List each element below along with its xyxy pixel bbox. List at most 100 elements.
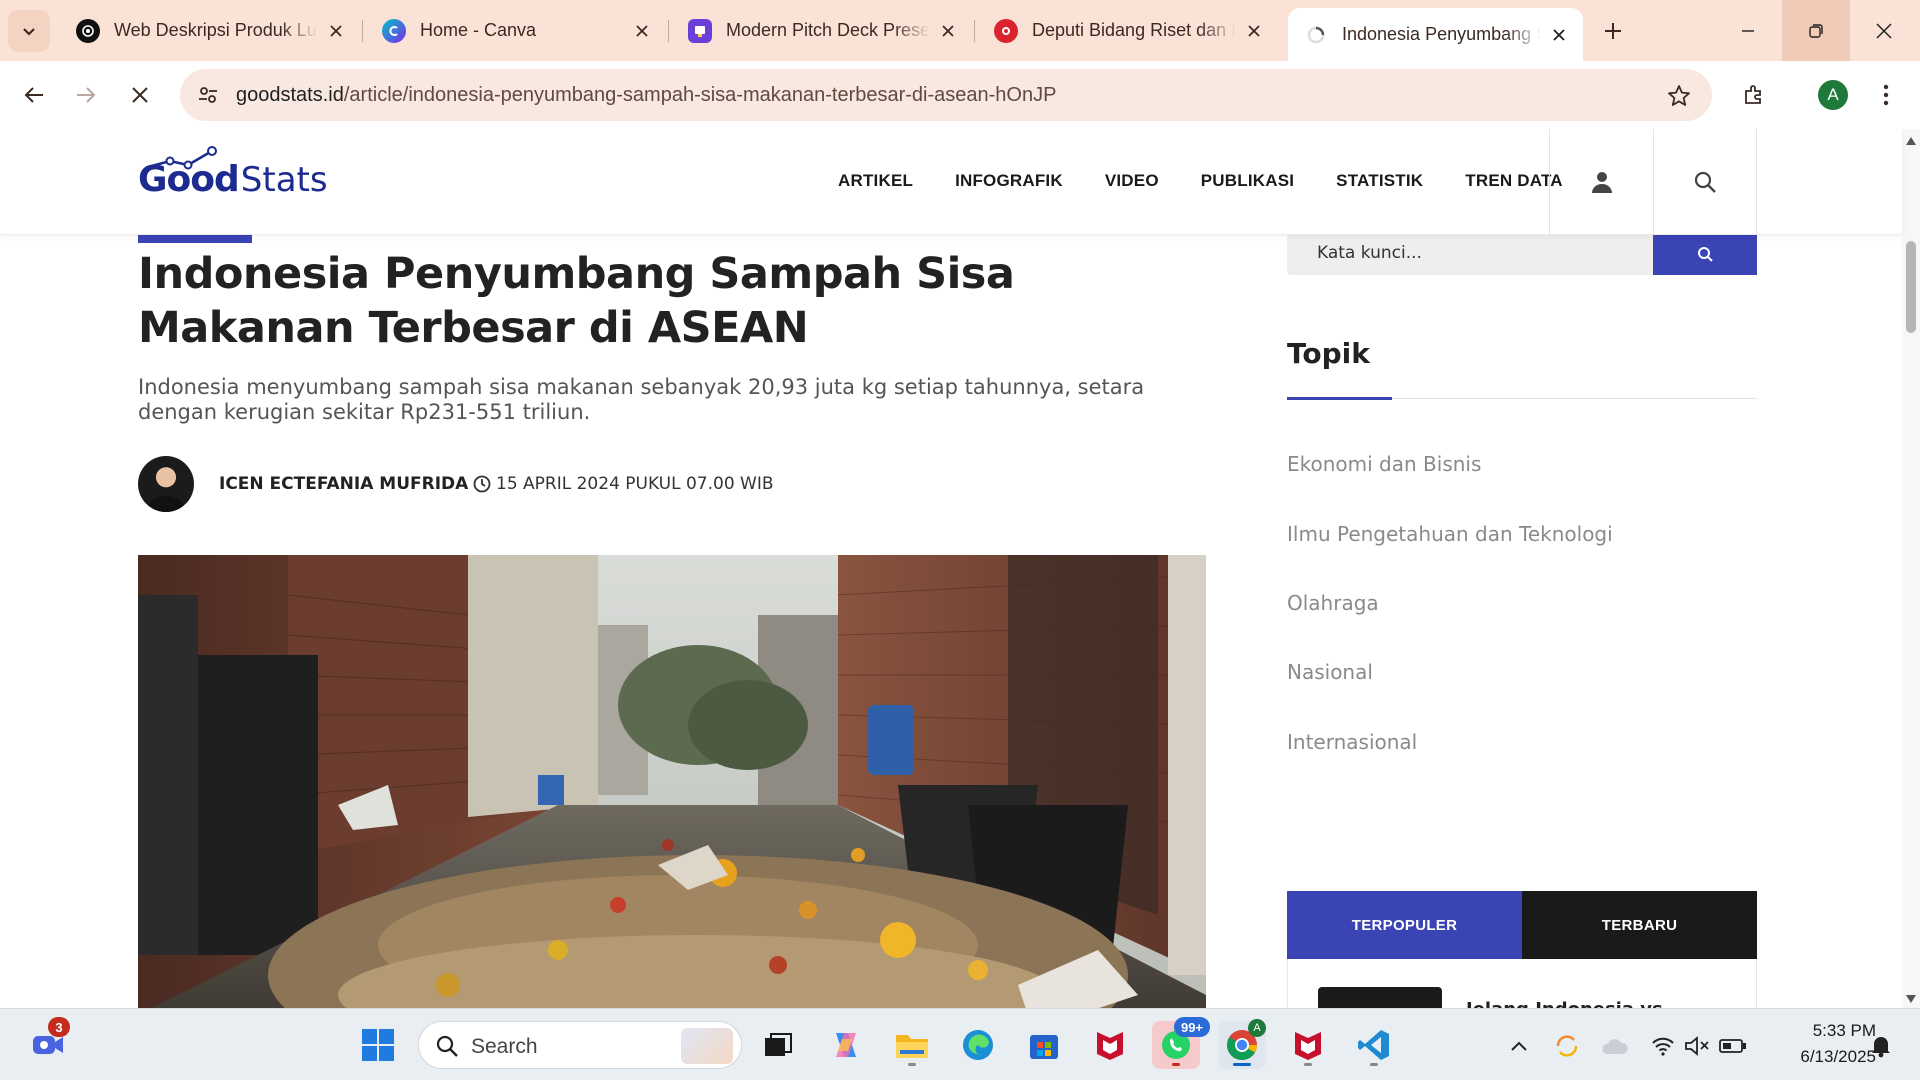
tray-wifi-icon[interactable]	[1648, 1031, 1678, 1061]
topic-link-ekonomi[interactable]: Ekonomi dan Bisnis	[1287, 452, 1481, 476]
page-scrollbar[interactable]	[1902, 129, 1920, 1008]
wifi-icon	[1652, 1037, 1674, 1056]
taskbar-time[interactable]: 5:33 PM	[1790, 1021, 1876, 1041]
running-indicator	[908, 1063, 916, 1066]
windows-icon	[362, 1029, 394, 1061]
tray-battery-icon[interactable]	[1718, 1031, 1748, 1061]
tab-search-button[interactable]	[8, 10, 50, 52]
taskbar-file-explorer[interactable]	[888, 1021, 936, 1069]
taskbar-store[interactable]	[1020, 1021, 1068, 1069]
url-text: goodstats.id/article/indonesia-penyumban…	[236, 84, 1056, 107]
nav-infografik[interactable]: INFOGRAFIK	[955, 171, 1063, 191]
chart-line-icon	[147, 146, 217, 170]
close-icon[interactable]	[632, 21, 652, 41]
restore-icon	[1809, 23, 1823, 38]
scroll-thumb[interactable]	[1906, 241, 1916, 333]
forward-button[interactable]	[64, 73, 108, 117]
author-name[interactable]: ICEN ECTEFANIA MUFRIDA	[219, 474, 468, 494]
taskbar-edge[interactable]	[954, 1021, 1002, 1069]
sidebar-search-button[interactable]	[1653, 233, 1757, 275]
taskbar-search[interactable]: Search	[418, 1021, 742, 1069]
logo-stats: Stats	[240, 160, 328, 200]
tab-title: Home - Canva	[420, 20, 537, 40]
volume-mute-icon	[1685, 1036, 1709, 1056]
topic-link-internasional[interactable]: Internasional	[1287, 730, 1417, 754]
notification-center-button[interactable]	[1866, 1031, 1896, 1061]
taskbar-date[interactable]: 6/13/2025	[1770, 1047, 1876, 1067]
browser-tab[interactable]: Modern Pitch Deck Prese	[672, 8, 972, 53]
chevron-down-icon	[23, 28, 35, 36]
close-icon	[132, 87, 148, 103]
topik-divider-accent	[1287, 397, 1392, 400]
search-button[interactable]	[1653, 129, 1757, 235]
close-icon[interactable]	[326, 21, 346, 41]
nav-artikel[interactable]: ARTIKEL	[838, 171, 913, 191]
topic-link-olahraga[interactable]: Olahraga	[1287, 591, 1379, 615]
browser-tab[interactable]: Web Deskripsi Produk Lu	[60, 8, 360, 53]
start-button[interactable]	[354, 1021, 402, 1069]
minimize-icon	[1742, 29, 1754, 32]
nav-statistik[interactable]: STATISTIK	[1336, 171, 1423, 191]
account-button[interactable]	[1549, 129, 1653, 235]
site-info-button[interactable]	[192, 79, 224, 111]
more-vertical-icon	[1883, 84, 1889, 106]
taskbar-copilot[interactable]	[822, 1021, 870, 1069]
edge-icon	[963, 1030, 993, 1060]
bookmark-button[interactable]	[1664, 81, 1694, 111]
scroll-up-arrow[interactable]	[1905, 135, 1917, 147]
nav-publikasi[interactable]: PUBLIKASI	[1201, 171, 1294, 191]
star-icon	[1668, 85, 1690, 106]
browser-tab-active[interactable]: Indonesia Penyumbang S	[1288, 8, 1583, 61]
food-waste-alley-image	[138, 555, 1206, 1008]
taskbar-meet-app[interactable]: 3	[24, 1017, 72, 1069]
author-avatar[interactable]	[138, 456, 194, 512]
taskbar-vscode[interactable]	[1350, 1021, 1398, 1069]
tray-sync-icon[interactable]	[1552, 1031, 1582, 1061]
taskbar-chrome[interactable]: A	[1218, 1019, 1266, 1069]
chevron-up-icon	[1511, 1041, 1527, 1051]
article-title: Indonesia Penyumbang Sampah Sisa Makanan…	[138, 249, 1015, 353]
avatar: A	[1818, 80, 1848, 110]
tab-terbaru[interactable]: TERBARU	[1522, 891, 1757, 959]
search-icon	[1698, 247, 1713, 262]
topic-link-nasional[interactable]: Nasional	[1287, 660, 1373, 684]
bell-icon	[1872, 1037, 1890, 1058]
canva-icon	[382, 18, 406, 43]
taskbar-mcafee[interactable]	[1086, 1021, 1134, 1069]
stop-loading-button[interactable]	[118, 73, 162, 117]
extensions-button[interactable]	[1732, 73, 1776, 117]
tab-terpopuler[interactable]: TERPOPULER	[1287, 891, 1522, 959]
close-icon[interactable]	[1244, 21, 1264, 41]
topic-link-iptek[interactable]: Ilmu Pengetahuan dan Teknologi	[1287, 522, 1613, 546]
restore-button[interactable]	[1782, 0, 1850, 61]
url-domain: goodstats.id	[236, 84, 344, 106]
profile-button[interactable]: A	[1811, 73, 1855, 117]
show-hidden-icons-button[interactable]	[1504, 1031, 1534, 1061]
taskbar-mcafee-2[interactable]	[1284, 1021, 1332, 1069]
mcafee-icon	[1295, 1032, 1321, 1060]
close-icon[interactable]	[938, 21, 958, 41]
taskbar-task-view[interactable]	[754, 1021, 802, 1069]
browser-tab[interactable]: Deputi Bidang Riset dan I	[978, 8, 1278, 53]
address-bar[interactable]: goodstats.id/article/indonesia-penyumban…	[180, 69, 1712, 121]
browser-menu-button[interactable]	[1864, 73, 1908, 117]
plus-icon	[1605, 23, 1621, 39]
tray-volume-icon[interactable]	[1682, 1031, 1712, 1061]
nav-video[interactable]: VIDEO	[1105, 171, 1159, 191]
close-window-button[interactable]	[1850, 0, 1918, 61]
search-highlight-image	[681, 1028, 733, 1064]
new-tab-button[interactable]	[1594, 12, 1632, 50]
popular-item-title[interactable]: Jelang Indonesia vs	[1466, 999, 1663, 1008]
popular-item-thumbnail[interactable]	[1318, 987, 1442, 1008]
browser-tab[interactable]: Home - Canva	[366, 8, 666, 53]
tray-onedrive-icon[interactable]	[1600, 1031, 1630, 1061]
minimize-button[interactable]	[1714, 0, 1782, 61]
sync-icon	[1556, 1035, 1578, 1057]
taskbar-whatsapp[interactable]: 99+	[1152, 1017, 1210, 1069]
back-button[interactable]	[12, 73, 56, 117]
site-logo[interactable]: Good Stats	[138, 146, 328, 200]
close-icon[interactable]	[1549, 25, 1569, 45]
running-indicator	[1172, 1063, 1180, 1066]
scroll-down-arrow[interactable]	[1905, 993, 1917, 1005]
store-icon	[1030, 1035, 1058, 1059]
